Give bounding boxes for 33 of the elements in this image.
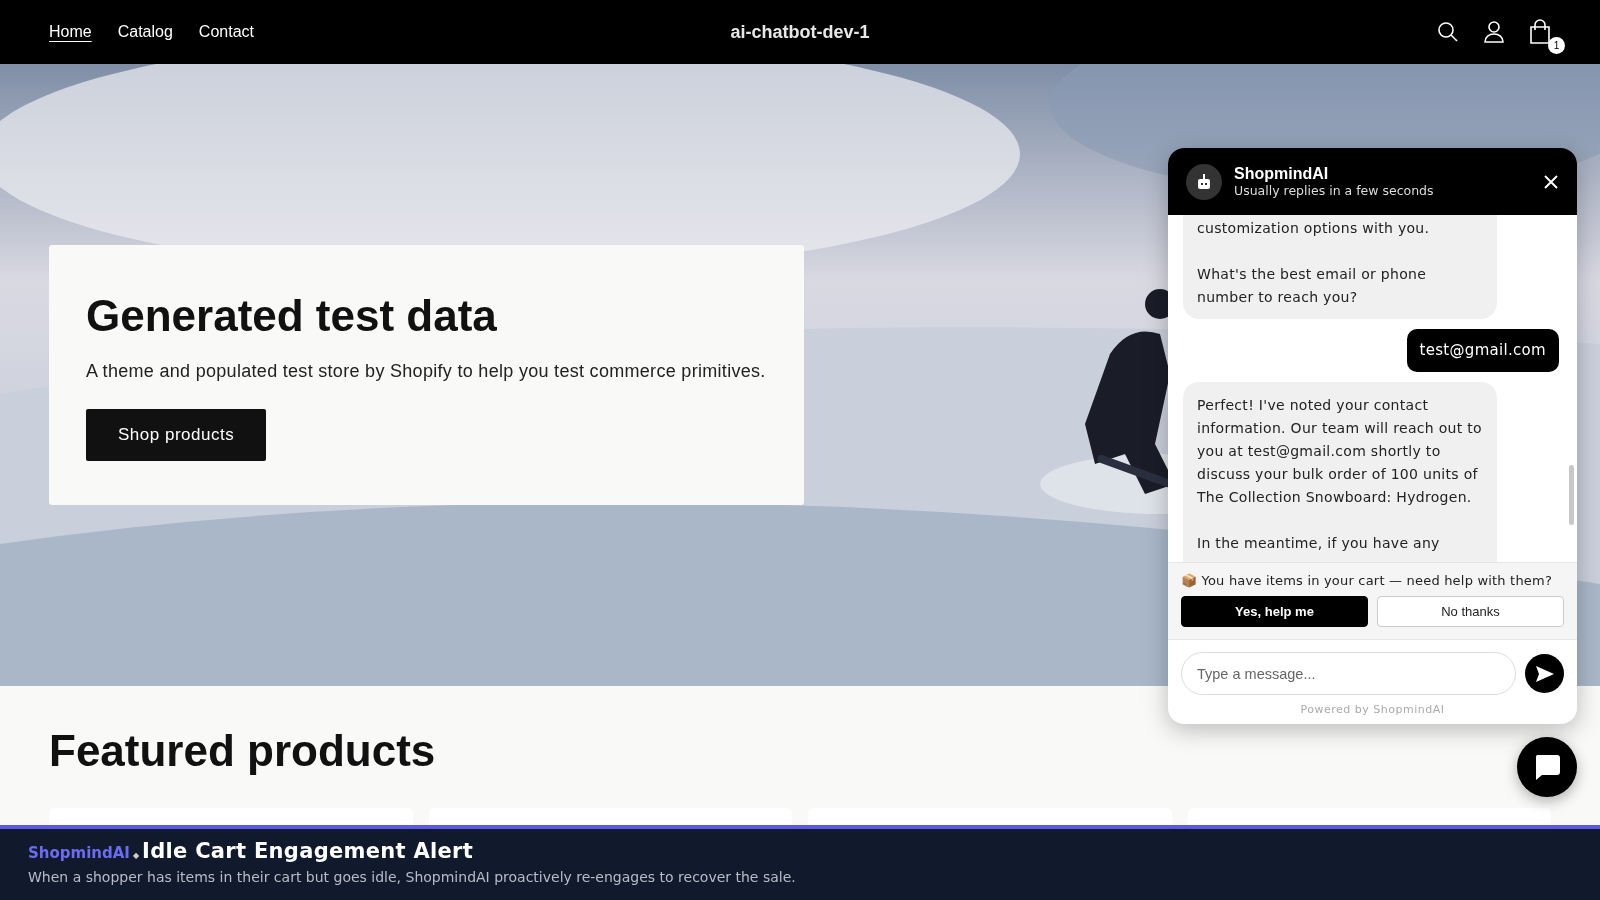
chat-launcher-button[interactable] bbox=[1517, 737, 1577, 797]
chat-bubble-icon bbox=[1533, 753, 1561, 781]
nav-link[interactable]: Contact bbox=[198, 23, 254, 41]
bot-message: customization options with you. What's the best email or phone number to reach you? bbox=[1183, 215, 1497, 319]
banner-description: When a shopper has items in their cart but goes idle, ShopmindAI proactively re-engages to recover the sale. bbox=[28, 869, 797, 885]
reply-status: Usually replies in a few seconds bbox=[1234, 183, 1435, 198]
decline-button[interactable]: No thanks bbox=[1377, 596, 1564, 627]
banner-title: Idle Cart Engagement Alert bbox=[142, 839, 474, 863]
search-icon[interactable] bbox=[1437, 21, 1459, 43]
send-button[interactable] bbox=[1525, 654, 1564, 693]
scrollbar[interactable] bbox=[1569, 465, 1574, 525]
section-title: Featured products bbox=[49, 726, 436, 776]
shop-products-button[interactable]: Shop products bbox=[86, 409, 267, 461]
hero-title: Generated test data bbox=[86, 291, 497, 341]
store-name[interactable]: ai-chatbot-dev-1 bbox=[730, 21, 870, 43]
send-icon bbox=[1535, 665, 1554, 682]
hero-description: A theme and populated test store by Shopify to help you test commerce primitives. bbox=[86, 361, 766, 382]
account-icon[interactable] bbox=[1483, 20, 1505, 44]
bot-avatar bbox=[1186, 163, 1222, 200]
cart-icon[interactable] bbox=[1529, 19, 1551, 45]
bot-message: Perfect! I've noted your contact information. Our team will reach out to you at test@gmail.com shortly to discuss your bulk order of 100 units of The Collection Snowboard: Hydrogen. In the meantime, if you have any bbox=[1183, 382, 1497, 562]
message-input[interactable]: Type a message... bbox=[1181, 652, 1516, 695]
bot-name: ShopmindAI bbox=[1234, 165, 1330, 183]
brand-label: ShopmindAI bbox=[28, 844, 130, 862]
cart-count-badge: 1 bbox=[1548, 37, 1565, 54]
nav-link[interactable]: Catalog bbox=[117, 23, 173, 41]
close-icon[interactable] bbox=[1543, 173, 1559, 190]
accept-button[interactable]: Yes, help me bbox=[1181, 596, 1368, 627]
cart-prompt: 📦 You have items in your cart — need help with them? bbox=[1181, 573, 1554, 588]
nav-link[interactable]: Home bbox=[49, 23, 92, 41]
powered-by: Powered by ShopmindAI bbox=[1300, 703, 1445, 718]
user-message: test@gmail.com bbox=[1406, 329, 1559, 372]
separator: ◆ bbox=[132, 851, 140, 860]
